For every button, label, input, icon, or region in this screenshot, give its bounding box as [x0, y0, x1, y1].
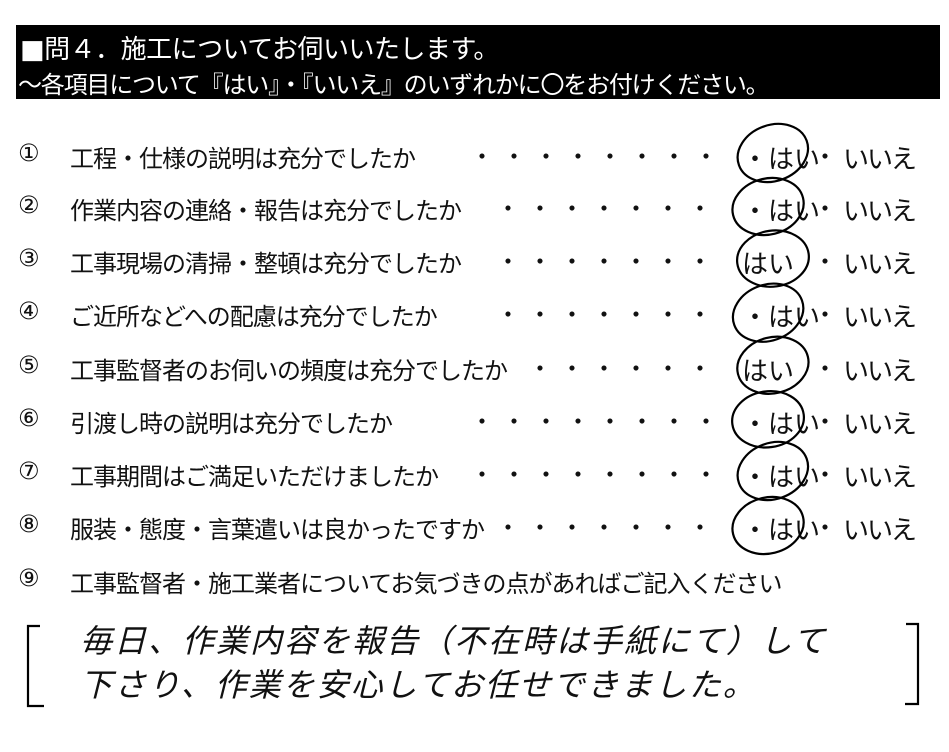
- option-separator: ・: [813, 301, 837, 329]
- option-yes[interactable]: ・はい: [742, 457, 820, 494]
- instruction-text: ～各項目について『はい』・『いいえ』のいずれかに〇をお付けください。: [18, 71, 770, 99]
- option-yes[interactable]: はい: [742, 244, 794, 281]
- option-separator: ・: [813, 514, 837, 542]
- option-yes[interactable]: ・はい: [742, 297, 820, 334]
- option-separator: ・: [813, 248, 837, 276]
- leader-dots: ・・・・・・・: [496, 195, 720, 223]
- question-number: ⑨: [18, 564, 40, 592]
- question-9: ⑨ 工事監督者・施工業者についてお気づきの点があればご記入ください: [0, 560, 949, 600]
- question-number: ⑤: [18, 351, 40, 379]
- question-text: 工事現場の清掃・整頓は充分でしたか: [70, 250, 462, 278]
- option-no[interactable]: いいえ: [843, 510, 917, 547]
- leader-dots: ・・・・・・・・: [470, 461, 726, 489]
- question-number: ②: [18, 191, 40, 219]
- option-no[interactable]: いいえ: [843, 404, 917, 441]
- option-separator: ・: [813, 355, 837, 383]
- question-row: ③ 工事現場の清掃・整頓は充分でしたか ・・・・・・・ はい・いいえ: [0, 240, 949, 280]
- option-separator: ・: [813, 461, 837, 489]
- question-text: 工事期間はご満足いただけましたか: [70, 463, 439, 491]
- option-yes[interactable]: ・はい: [742, 404, 820, 441]
- handwritten-answer-line-1: 毎日、作業内容を報告（不在時は手紙にて）して: [80, 622, 828, 660]
- question-row: ⑤ 工事監督者のお伺いの頻度は充分でしたか ・・・・・・ はい・いいえ: [0, 347, 949, 387]
- option-no[interactable]: いいえ: [843, 191, 917, 228]
- question-row: ① 工程・仕様の説明は充分でしたか ・・・・・・・・ ・はい・いいえ: [0, 135, 949, 175]
- question-number: ⑥: [18, 404, 40, 432]
- option-yes[interactable]: ・はい: [742, 510, 820, 547]
- question-row: ④ ご近所などへの配慮は充分でしたか ・・・・・・・ ・はい・いいえ: [0, 293, 949, 333]
- section-title: ■問４．施工についてお伺いいたします。: [20, 35, 499, 65]
- option-separator: ・: [813, 408, 837, 436]
- option-separator: ・: [813, 195, 837, 223]
- question-row: ⑦ 工事期間はご満足いただけましたか ・・・・・・・・ ・はい・いいえ: [0, 453, 949, 493]
- free-comment-answer: 毎日、作業内容を報告（不在時は手紙にて）して 下さり、作業を安心してお任せできま…: [20, 614, 932, 704]
- handwritten-answer-line-2: 下さり、作業を安心してお任せできました。: [80, 666, 757, 704]
- question-number: ⑧: [18, 510, 40, 538]
- leader-dots: ・・・・・・・・: [470, 408, 726, 436]
- question-number: ①: [18, 139, 40, 167]
- option-yes[interactable]: ・はい: [742, 139, 820, 176]
- question-row: ⑧ 服装・態度・言葉遣いは良かったですか ・・・・・・・ ・はい・いいえ: [0, 506, 949, 546]
- leader-dots: ・・・・・・・・: [470, 143, 726, 171]
- question-row: ② 作業内容の連絡・報告は充分でしたか ・・・・・・・ ・はい・いいえ: [0, 187, 949, 227]
- question-row: ⑥ 引渡し時の説明は充分でしたか ・・・・・・・・ ・はい・いいえ: [0, 400, 949, 440]
- leader-dots: ・・・・・・: [528, 355, 720, 383]
- question-text: 工事監督者のお伺いの頻度は充分でしたか: [70, 357, 508, 385]
- option-separator: ・: [813, 143, 837, 171]
- question-text: ご近所などへの配慮は充分でしたか: [70, 303, 438, 331]
- question-number: ⑦: [18, 457, 40, 485]
- question-text: 引渡し時の説明は充分でしたか: [70, 410, 393, 438]
- leader-dots: ・・・・・・・: [496, 514, 720, 542]
- question-number: ④: [18, 297, 40, 325]
- question-text: 服装・態度・言葉遣いは良かったですか: [70, 516, 485, 544]
- question-header: ■問４．施工についてお伺いいたします。 ～各項目について『はい』・『いいえ』のい…: [16, 25, 940, 99]
- option-no[interactable]: いいえ: [843, 297, 917, 334]
- leader-dots: ・・・・・・・: [496, 301, 720, 329]
- option-no[interactable]: いいえ: [843, 244, 917, 281]
- option-yes[interactable]: ・はい: [742, 191, 820, 228]
- question-text: 作業内容の連絡・報告は充分でしたか: [70, 197, 462, 225]
- option-no[interactable]: いいえ: [843, 351, 917, 388]
- option-no[interactable]: いいえ: [843, 139, 917, 176]
- leader-dots: ・・・・・・・: [496, 248, 720, 276]
- question-number: ③: [18, 244, 40, 272]
- option-no[interactable]: いいえ: [843, 457, 917, 494]
- question-text: 工程・仕様の説明は充分でしたか: [70, 145, 416, 173]
- option-yes[interactable]: はい: [742, 351, 794, 388]
- question-text: 工事監督者・施工業者についてお気づきの点があればご記入ください: [70, 570, 783, 598]
